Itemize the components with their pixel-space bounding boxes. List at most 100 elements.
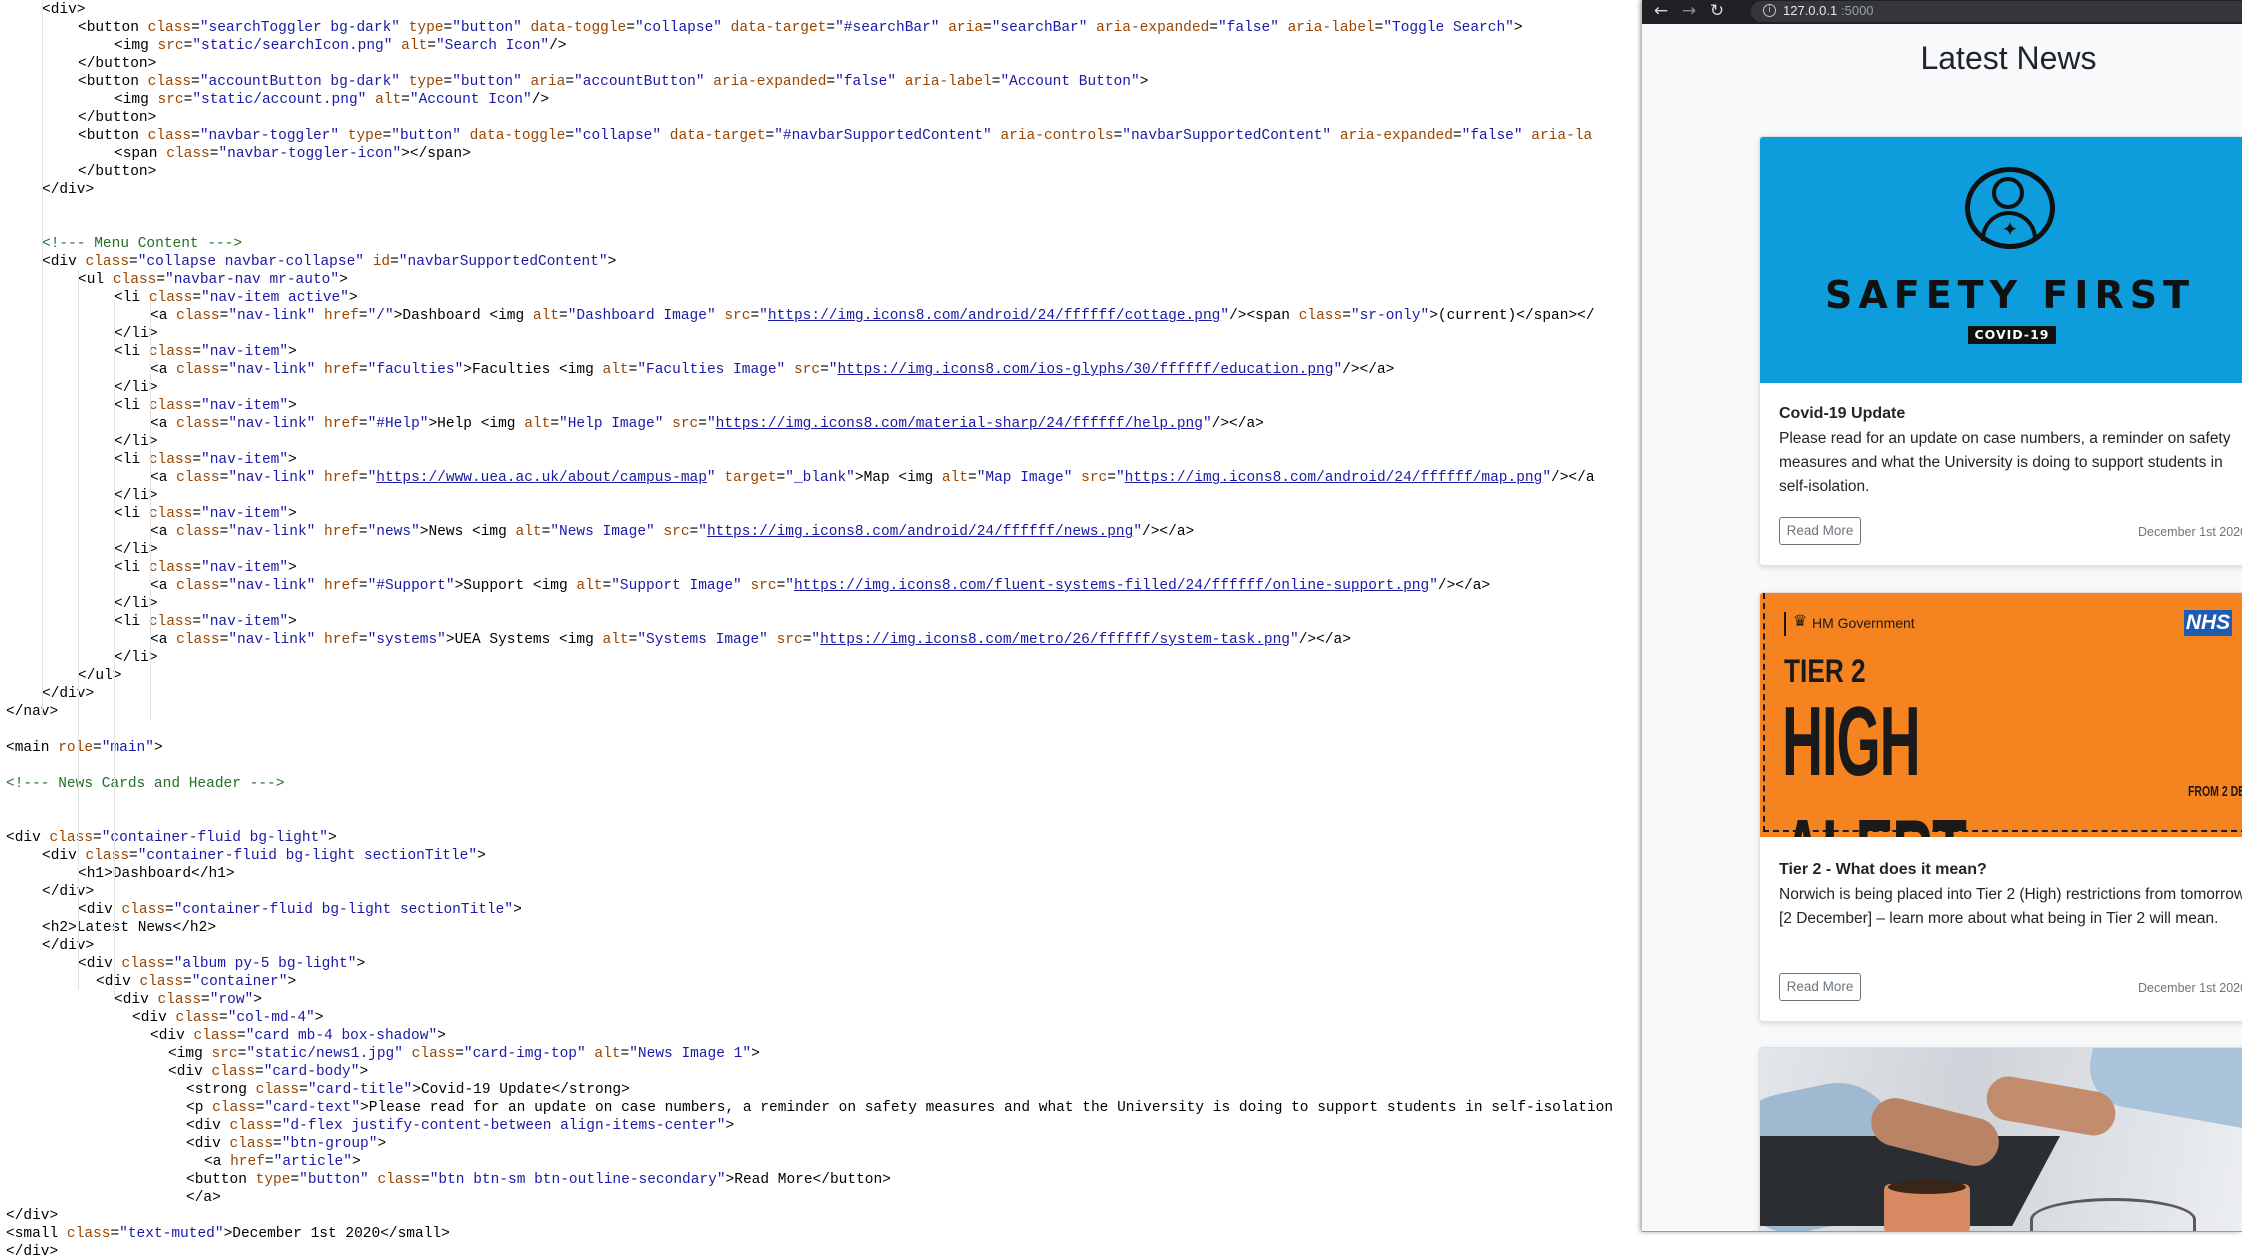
code-token: class	[176, 416, 220, 432]
code-token: >(current)</span></	[1429, 308, 1595, 324]
code-token: alt	[401, 38, 428, 54]
high-alert-text: HIGH ALERT	[1782, 686, 1967, 837]
code-token: "container-fluid bg-light sectionTitle"	[137, 848, 478, 864]
code-token: "	[1202, 416, 1212, 432]
code-url-link[interactable]: https://img.icons8.com/android/24/ffffff…	[1125, 470, 1543, 486]
code-token: "nav-link"	[228, 578, 316, 594]
code-token: alt	[602, 632, 629, 648]
code-token: "navbarSupportedContent"	[1122, 128, 1332, 144]
code-token: =	[156, 272, 166, 288]
code-token: data-toggle	[530, 20, 627, 36]
code-token: "collapse navbar-collapse"	[137, 254, 364, 270]
code-token: >	[607, 254, 617, 270]
code-token: =	[565, 74, 575, 90]
read-more-button[interactable]: Read More	[1779, 973, 1861, 1001]
code-token: "Help Image"	[559, 416, 664, 432]
code-token: alt	[576, 578, 603, 594]
code-token: =	[1113, 128, 1123, 144]
code-token: class	[147, 74, 192, 90]
indent-guide	[114, 300, 115, 1000]
read-more-button[interactable]: Read More	[1779, 517, 1861, 545]
code-token: >	[288, 398, 297, 414]
code-token: >	[314, 1010, 324, 1026]
hm-government-label: HM Government	[1812, 615, 1915, 631]
code-url-link[interactable]: https://img.icons8.com/android/24/ffffff…	[768, 308, 1220, 324]
code-token: >Support <img	[454, 578, 577, 594]
code-token: <div	[132, 1010, 176, 1026]
code-token: ></span>	[401, 146, 471, 162]
code-url-link[interactable]: https://img.icons8.com/material-sharp/24…	[716, 416, 1203, 432]
code-token: class	[121, 956, 166, 972]
code-token: class	[377, 1172, 421, 1188]
code-token: >	[513, 902, 522, 918]
code-token: =	[129, 254, 138, 270]
code-url-link[interactable]: https://img.icons8.com/android/24/ffffff…	[707, 524, 1133, 540]
browser-window: ← → ↻ i 127.0.0.1 :5000 Latest News ✦ SA…	[1642, 0, 2242, 1232]
code-token: >	[339, 272, 348, 288]
code-token: aria-la	[1531, 128, 1593, 144]
address-bar[interactable]: i 127.0.0.1 :5000	[1751, 1, 2242, 22]
code-token: class	[212, 1100, 256, 1116]
code-line: <div class="album py-5 bg-light">	[78, 955, 365, 973]
code-token: =	[358, 524, 368, 540]
code-token: "navbar-toggler"	[199, 128, 340, 144]
site-info-icon[interactable]: i	[1763, 4, 1776, 17]
code-line: <h1>Dashboard</h1>	[78, 865, 235, 883]
card-image-high-alert: ♛ HM Government NHS TIER 2 HIGH ALERT FR…	[1760, 593, 2242, 837]
code-token: <a	[204, 1154, 231, 1170]
card-title: Tier 2 - What does it mean?	[1779, 861, 1987, 878]
source-code-view[interactable]: <div> <button class="searchToggler bg-dar…	[0, 0, 1642, 1260]
code-token: href	[324, 632, 359, 648]
code-token: >	[153, 740, 163, 756]
code-token: >	[288, 506, 297, 522]
code-token: type	[408, 74, 444, 90]
code-line: <li class="nav-item">	[114, 397, 297, 415]
code-token: "btn-group"	[281, 1136, 378, 1152]
code-token: =	[826, 20, 836, 36]
reload-icon[interactable]: ↻	[1704, 0, 1730, 24]
code-line: </button>	[78, 109, 156, 127]
code-token: <main	[6, 740, 59, 756]
code-token: "News Image"	[550, 524, 655, 540]
code-line: </div>	[6, 1207, 58, 1225]
code-token: class	[1298, 308, 1343, 324]
code-token: /></a	[1551, 470, 1595, 486]
code-token: aria-expanded	[1096, 20, 1210, 36]
code-token: <!--- News Cards and Header --->	[6, 776, 285, 792]
code-token: <a	[150, 308, 177, 324]
code-url-link[interactable]: https://img.icons8.com/fluent-systems-fi…	[794, 578, 1429, 594]
code-token: =	[255, 1064, 264, 1080]
code-line: <button class="searchToggler bg-dark" ty…	[78, 19, 1523, 37]
code-line: <div>	[42, 1, 86, 19]
code-line: </div>	[42, 937, 94, 955]
code-token: "card-text"	[264, 1100, 361, 1116]
code-token: >	[348, 290, 358, 306]
code-url-link[interactable]: https://img.icons8.com/ios-glyphs/30/fff…	[837, 362, 1333, 378]
code-token: <li	[114, 398, 149, 414]
code-token: "#navbarSupportedContent"	[774, 128, 992, 144]
code-url-link[interactable]: https://img.icons8.com/metro/26/ffffff/s…	[820, 632, 1290, 648]
star-icon: ✦	[2001, 217, 2019, 241]
code-token: =	[541, 524, 551, 540]
code-line: </div>	[6, 1243, 58, 1260]
code-token: "static/account.png"	[192, 92, 367, 108]
forward-arrow-icon[interactable]: →	[1676, 0, 1702, 24]
code-token: aria-label	[1287, 20, 1375, 36]
code-token: class	[148, 560, 193, 576]
code-token: "faculties"	[367, 362, 464, 378]
code-token: <a	[150, 362, 177, 378]
code-token: </div>	[42, 182, 95, 198]
code-token: =	[443, 74, 453, 90]
code-line: <ul class="navbar-nav mr-auto">	[78, 271, 348, 289]
code-token: href	[230, 1154, 265, 1170]
code-token: "Support Image"	[611, 578, 742, 594]
url-port: :5000	[1841, 3, 1874, 18]
code-url-link[interactable]: https://www.uea.ac.uk/about/campus-map	[376, 470, 707, 486]
code-line: </div>	[42, 685, 94, 703]
back-arrow-icon[interactable]: ←	[1648, 0, 1674, 24]
code-token: "navbarSupportedContent"	[398, 254, 608, 270]
